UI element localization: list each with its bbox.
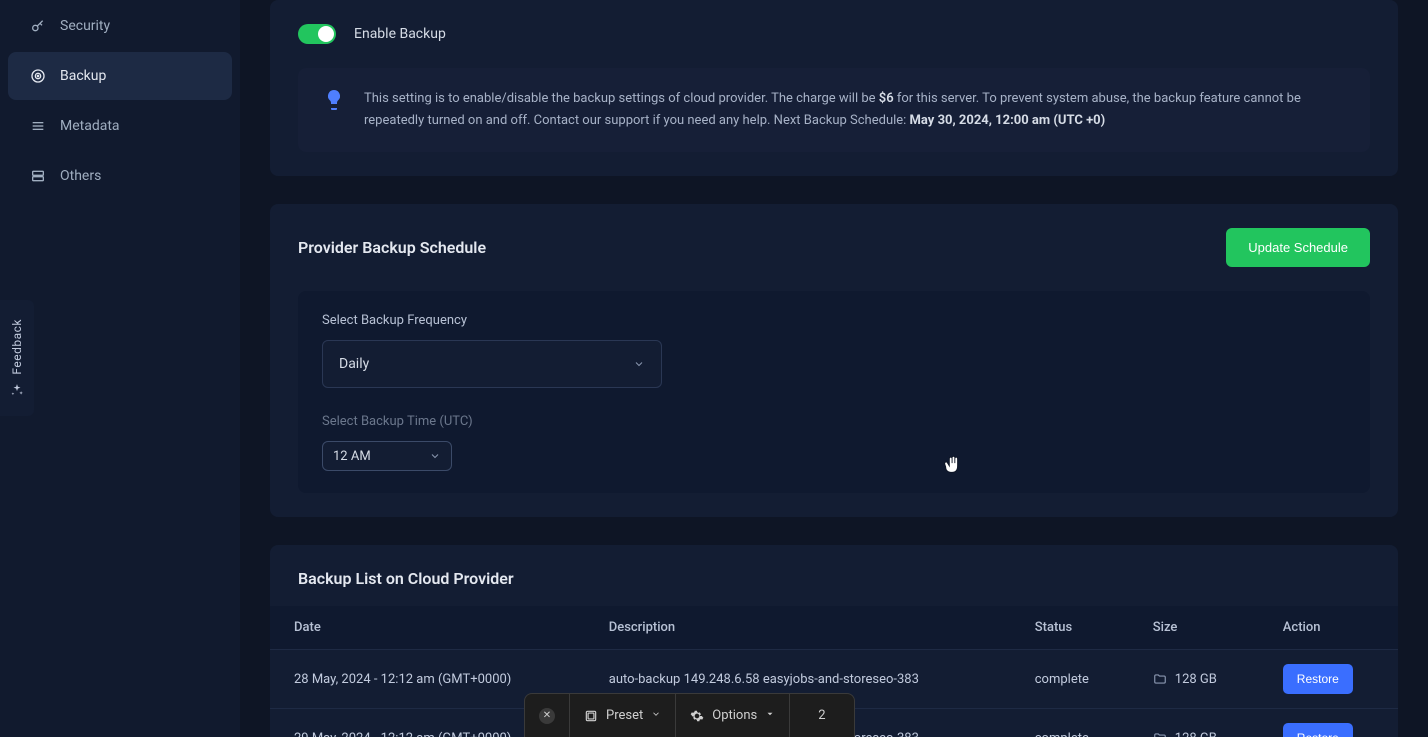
info-price: $6 (879, 91, 894, 106)
toolbar-count: 2 (790, 694, 853, 737)
toolbar-options-label: Options (712, 708, 757, 723)
toolbar-options-button[interactable]: Options (676, 694, 790, 737)
toolbar-close-button[interactable]: ✕ (525, 694, 570, 737)
sidebar-item-others[interactable]: Others (8, 152, 232, 200)
enable-backup-toggle[interactable] (298, 24, 336, 44)
backup-info-text: This setting is to enable/disable the ba… (364, 88, 1346, 132)
restore-button[interactable]: Restore (1283, 664, 1353, 694)
sidebar-item-label: Backup (60, 68, 106, 84)
backup-list-title: Backup List on Cloud Provider (270, 569, 1398, 588)
backup-info-box: This setting is to enable/disable the ba… (298, 68, 1370, 152)
chevron-down-icon (429, 450, 441, 462)
feedback-label: Feedback (10, 319, 24, 375)
frequency-label: Select Backup Frequency (322, 313, 1346, 328)
cell-action: Restore (1261, 650, 1398, 709)
preset-icon (584, 709, 598, 723)
schedule-card-header: Provider Backup Schedule Update Schedule (298, 228, 1370, 267)
toolbar-count-value: 2 (818, 708, 825, 723)
table-header-row: Date Description Status Size Action (270, 606, 1398, 650)
toggle-knob (318, 26, 334, 42)
col-status: Status (1013, 606, 1131, 650)
col-size: Size (1131, 606, 1261, 650)
lightbulb-icon (322, 88, 346, 132)
enable-backup-card: Enable Backup This setting is to enable/… (270, 0, 1398, 176)
cell-action: Restore (1261, 709, 1398, 737)
chevron-down-icon (765, 708, 775, 723)
frequency-value: Daily (339, 356, 369, 372)
chevron-down-icon (633, 358, 645, 370)
time-value: 12 AM (333, 449, 371, 464)
sidebar-item-metadata[interactable]: Metadata (8, 102, 232, 150)
target-icon (30, 68, 46, 84)
sidebar-item-label: Metadata (60, 118, 120, 134)
time-select[interactable]: 12 AM (322, 441, 452, 471)
enable-backup-row: Enable Backup (298, 24, 1370, 44)
enable-backup-label: Enable Backup (354, 26, 446, 42)
cell-status: complete (1013, 709, 1131, 737)
sidebar-item-label: Others (60, 168, 101, 184)
info-next-schedule: May 30, 2024, 12:00 am (UTC +0) (910, 113, 1106, 128)
time-label: Select Backup Time (UTC) (322, 414, 1346, 429)
server-icon (30, 168, 46, 184)
cell-size-value: 128 GB (1175, 731, 1217, 737)
folder-icon (1153, 672, 1167, 686)
sidebar: Security Backup Metadata Others (0, 0, 240, 737)
feedback-tab[interactable]: Feedback (0, 300, 34, 416)
cell-size: 128 GB (1131, 650, 1261, 709)
info-text-part1: This setting is to enable/disable the ba… (364, 91, 879, 106)
update-schedule-button[interactable]: Update Schedule (1226, 228, 1370, 267)
cell-size: 128 GB (1131, 709, 1261, 737)
schedule-card-title: Provider Backup Schedule (298, 238, 486, 257)
restore-button[interactable]: Restore (1283, 723, 1353, 737)
frequency-select[interactable]: Daily (322, 340, 662, 388)
editor-toolbar: ✕ Preset Options 2 (524, 693, 855, 737)
main-content: Enable Backup This setting is to enable/… (240, 0, 1428, 737)
cell-status: complete (1013, 650, 1131, 709)
chevron-down-icon (651, 708, 661, 723)
sidebar-item-security[interactable]: Security (8, 2, 232, 50)
folder-icon (1153, 731, 1167, 737)
schedule-form: Select Backup Frequency Daily Select Bac… (298, 291, 1370, 493)
gear-icon (690, 709, 704, 723)
toolbar-preset-button[interactable]: Preset (570, 694, 676, 737)
sparkle-icon (10, 383, 24, 397)
sidebar-item-backup[interactable]: Backup (8, 52, 232, 100)
key-icon (30, 18, 46, 34)
toolbar-preset-label: Preset (606, 708, 643, 723)
col-description: Description (587, 606, 1013, 650)
sidebar-item-label: Security (60, 18, 110, 34)
close-icon: ✕ (539, 708, 555, 724)
list-icon (30, 118, 46, 134)
cell-size-value: 128 GB (1175, 672, 1217, 687)
schedule-card: Provider Backup Schedule Update Schedule… (270, 204, 1398, 517)
col-date: Date (270, 606, 587, 650)
col-action: Action (1261, 606, 1398, 650)
